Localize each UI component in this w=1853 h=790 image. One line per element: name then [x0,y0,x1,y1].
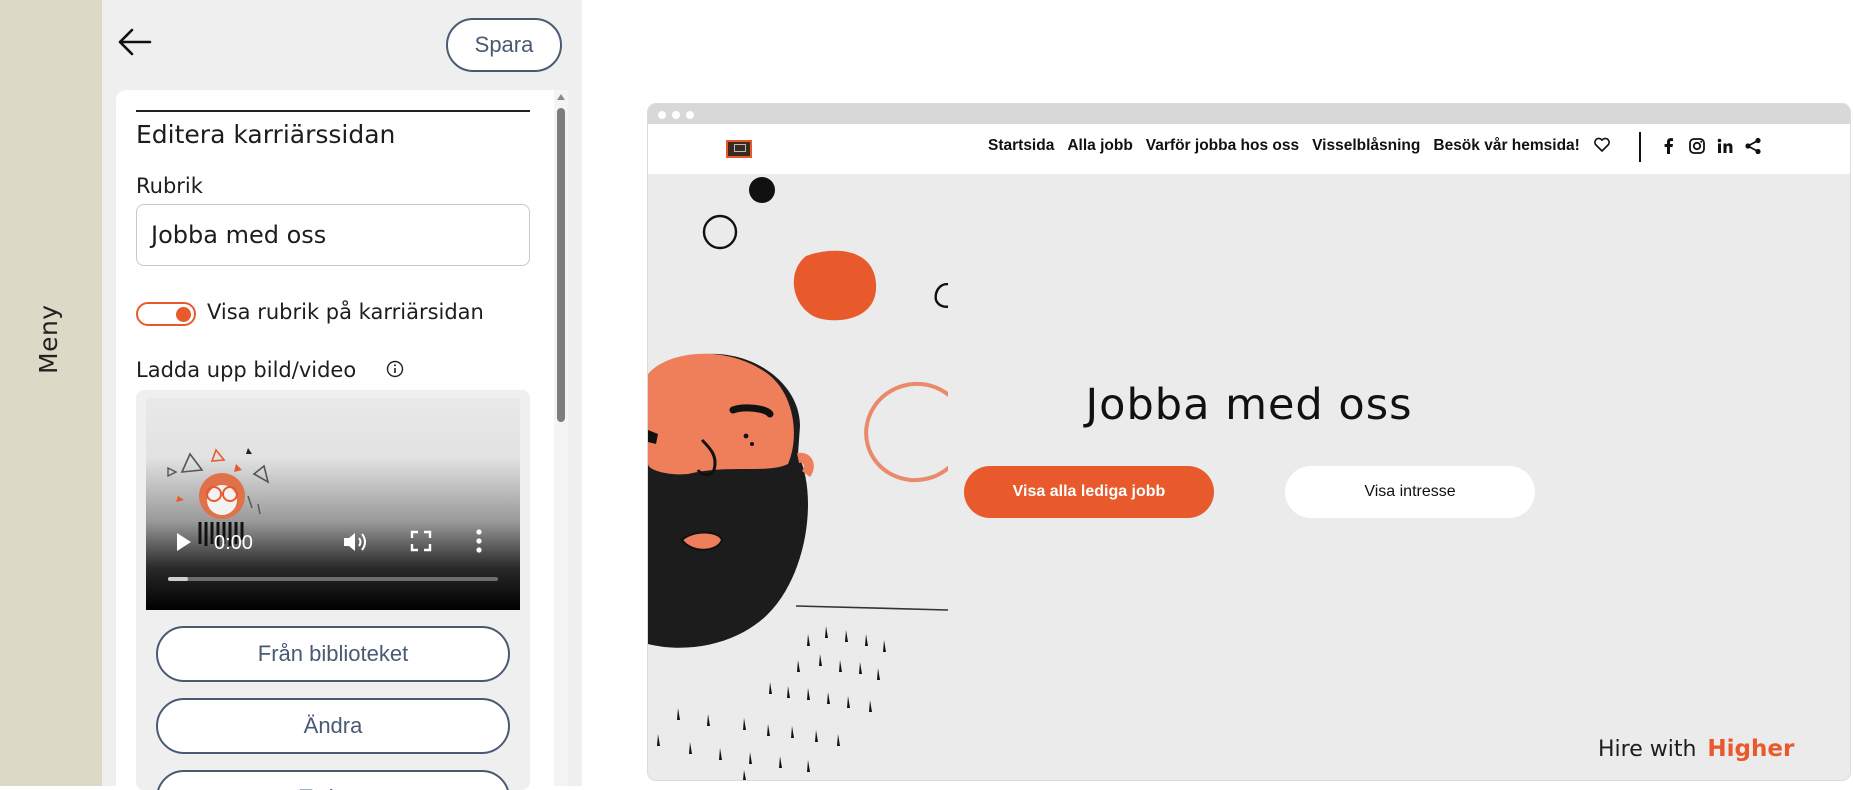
show-heading-toggle-label: Visa rubrik på karriärsidan [207,300,484,324]
fullscreen-icon[interactable] [410,530,432,552]
remove-media-button[interactable]: Ta bort [156,770,510,790]
nav-links: Startsida Alla jobb Varför jobba hos oss… [988,137,1580,155]
video-time: 0:00 [214,532,253,554]
upload-media-label: Ladda upp bild/video [136,358,357,382]
side-menu-rail[interactable]: Meny [0,0,102,786]
hero-title: Jobba med oss [1085,380,1413,430]
share-icon[interactable] [1744,137,1762,155]
editor-panel: Spara Editera karriärssidan Rubrik Jobba… [102,0,582,790]
facebook-icon[interactable] [1660,137,1678,155]
view-all-jobs-button[interactable]: Visa alla lediga jobb [964,466,1214,518]
volume-icon[interactable] [342,530,368,554]
back-arrow-icon[interactable] [114,22,154,62]
show-heading-toggle[interactable] [136,302,196,326]
card-title: Editera karriärssidan [136,120,396,149]
editor-card: Editera karriärssidan Rubrik Jobba med o… [116,90,562,790]
more-options-icon[interactable] [476,528,482,554]
video-progress-fill [168,577,188,581]
heading-input[interactable]: Jobba med oss [136,204,530,266]
browser-bar [648,104,1850,124]
from-library-button[interactable]: Från biblioteket [156,626,510,682]
nav-link-whistleblowing[interactable]: Visselblåsning [1312,137,1420,155]
divider [136,110,530,112]
change-media-button[interactable]: Ändra [156,698,510,754]
panel-scrollbar[interactable] [554,90,568,786]
career-page-preview: Startsida Alla jobb Varför jobba hos oss… [648,104,1850,780]
menu-label[interactable]: Meny [34,304,63,374]
scroll-up-arrow-icon[interactable] [557,94,565,100]
heart-icon[interactable] [1593,136,1611,154]
video-progress-bar[interactable] [168,577,498,581]
hire-with-text: Hire with [1598,737,1697,762]
hire-with-higher-footer[interactable]: Hire with Higher [1598,736,1794,762]
site-navbar: Startsida Alla jobb Varför jobba hos oss… [648,124,1850,174]
media-preview-box: 0:00 Från biblioteket Ändra Ta bort [136,390,530,790]
browser-dot [672,111,680,119]
nav-link-all-jobs[interactable]: Alla jobb [1067,137,1132,155]
info-icon[interactable] [386,360,404,378]
nav-link-visit-website[interactable]: Besök vår hemsida! [1433,137,1579,155]
linkedin-icon[interactable] [1716,137,1734,155]
video-player[interactable]: 0:00 [146,398,520,610]
higher-brand: Higher [1707,736,1795,762]
toggle-knob [176,306,191,322]
show-interest-button[interactable]: Visa intresse [1285,466,1535,518]
save-button[interactable]: Spara [446,18,562,72]
browser-dot [658,111,666,119]
nav-link-why-work-here[interactable]: Varför jobba hos oss [1146,137,1299,155]
browser-dot [686,111,694,119]
heading-field-label: Rubrik [136,174,203,198]
nav-link-home[interactable]: Startsida [988,137,1054,155]
instagram-icon[interactable] [1688,137,1706,155]
company-logo[interactable] [726,140,752,158]
hero-illustration [648,177,948,780]
play-icon[interactable] [174,530,194,554]
scroll-thumb[interactable] [557,108,565,422]
nav-separator [1639,132,1641,162]
